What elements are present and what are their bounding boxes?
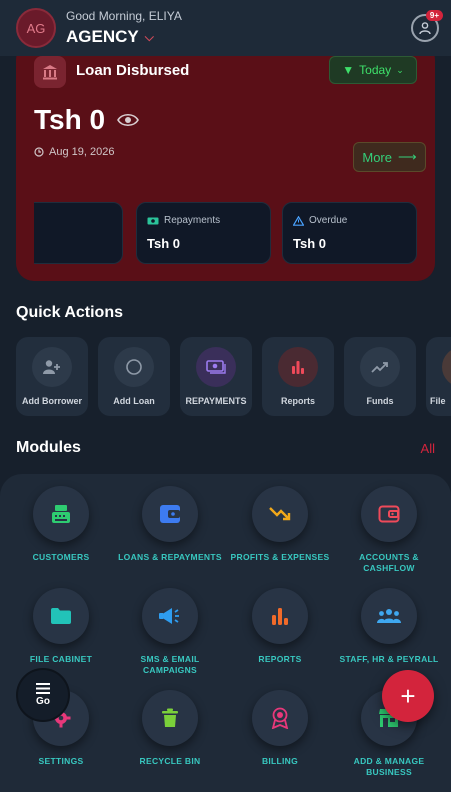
user-icon — [419, 22, 431, 35]
card-date: Aug 19, 2026 — [34, 146, 114, 158]
module-accounts-cashflow[interactable]: ACCOUNTS & CASHFLOW — [334, 486, 444, 574]
people-icon — [361, 588, 417, 644]
module-profits-expenses[interactable]: PROFITS & EXPENSES — [225, 486, 335, 563]
bar-chart-icon — [278, 347, 318, 387]
cash-icon — [147, 217, 159, 224]
warning-icon — [293, 215, 304, 226]
plus-icon: + — [400, 680, 416, 711]
bar-chart-icon — [252, 588, 308, 644]
quick-action-add-loan[interactable]: Add Loan — [98, 337, 170, 416]
module-label: CUSTOMERS — [32, 552, 90, 562]
module-customers[interactable]: CUSTOMERS — [6, 486, 116, 563]
module-loans-repayments[interactable]: LOANS & REPAYMENTS — [115, 486, 225, 563]
trash-icon — [142, 690, 198, 746]
notification-badge: 9+ — [425, 10, 443, 21]
amount-value: Tsh 0 — [34, 104, 106, 135]
person-add-icon — [32, 347, 72, 387]
module-label: PROFITS & EXPENSES — [230, 552, 330, 562]
quick-action-label: Add Loan — [113, 396, 155, 406]
quick-action-repayments[interactable]: REPAYMENTS — [180, 337, 252, 416]
modules-panel: CUSTOMERS LOANS & REPAYMENTS PROFITS & E… — [0, 474, 451, 792]
stat-label: Overdue — [309, 215, 348, 226]
trend-up-icon — [360, 347, 400, 387]
arrow-right-icon: ⟶ — [397, 149, 417, 164]
folder-icon — [33, 588, 89, 644]
folder-icon — [442, 347, 451, 387]
module-reports[interactable]: REPORTS — [225, 588, 335, 665]
chevron-down-icon: ⌵ — [144, 29, 154, 44]
quick-action-file[interactable]: File — [426, 337, 451, 416]
date-filter-dropdown[interactable]: ▼ Today ⌄ — [329, 56, 417, 84]
quick-action-label: Reports — [280, 396, 315, 406]
more-label: More — [362, 149, 392, 165]
stat-value: Tsh 0 — [147, 236, 180, 251]
modules-title: Modules — [16, 439, 81, 456]
module-label: SETTINGS — [38, 756, 84, 766]
module-staff-hr[interactable]: STAFF, HR & PEYRALL — [334, 588, 444, 665]
megaphone-icon — [142, 588, 198, 644]
module-billing[interactable]: BILLING — [225, 690, 335, 767]
cash-icon — [196, 347, 236, 387]
wallet-icon — [142, 486, 198, 542]
date-text: Aug 19, 2026 — [49, 146, 115, 158]
quick-action-label: Add Borrower — [21, 396, 82, 406]
module-label: ADD & MANAGE BUSINESS — [353, 756, 425, 777]
add-button[interactable]: + — [382, 670, 434, 722]
stats-row[interactable]: pense 0 Repayments Tsh 0 Overdue Tsh 0 — [34, 202, 417, 264]
module-label: STAFF, HR & PEYRALL — [339, 654, 439, 664]
module-label: FILE CABINET — [29, 654, 93, 664]
more-button[interactable]: More ⟶ — [353, 142, 426, 172]
stat-expense[interactable]: pense 0 — [34, 202, 123, 264]
quick-action-label: Funds — [366, 396, 394, 406]
module-sms-email[interactable]: SMS & EMAIL CAMPAIGNS — [115, 588, 225, 676]
cash-register-icon — [33, 486, 89, 542]
stat-overdue[interactable]: Overdue Tsh 0 — [282, 202, 417, 264]
agency-selector[interactable]: AGENCY ⌵ — [66, 27, 154, 47]
view-all-link[interactable]: All — [421, 441, 435, 456]
module-file-cabinet[interactable]: FILE CABINET — [6, 588, 116, 665]
bank-icon — [34, 56, 66, 88]
quick-actions-title: Quick Actions — [16, 304, 123, 321]
card-title: Loan Disbursed — [76, 62, 190, 79]
go-menu-button[interactable]: Go — [18, 670, 68, 720]
go-label: Go — [36, 696, 50, 707]
quick-action-funds[interactable]: Funds — [344, 337, 416, 416]
quick-action-label: REPAYMENTS — [185, 396, 247, 406]
module-label: LOANS & REPAYMENTS — [118, 552, 222, 562]
chevron-down-icon: ⌄ — [396, 64, 404, 75]
quick-action-label: File — [430, 396, 446, 406]
avatar[interactable]: AG — [16, 8, 56, 48]
stat-value: Tsh 0 — [293, 236, 326, 251]
module-recycle-bin[interactable]: RECYCLE BIN — [115, 690, 225, 767]
quick-action-reports[interactable]: Reports — [262, 337, 334, 416]
module-label: ACCOUNTS & CASHFLOW — [359, 552, 419, 573]
menu-icon — [36, 683, 50, 694]
loan-disbursed-card: Loan Disbursed ▼ Today ⌄ Tsh 0 Aug 19, 2… — [16, 42, 435, 281]
module-label: REPORTS — [258, 654, 302, 664]
trend-down-icon — [252, 486, 308, 542]
module-label: RECYCLE BIN — [139, 756, 201, 766]
circle-icon — [114, 347, 154, 387]
stat-label: Repayments — [164, 215, 221, 226]
quick-action-add-borrower[interactable]: Add Borrower — [16, 337, 88, 416]
clock-icon — [34, 147, 44, 157]
agency-name: AGENCY — [66, 27, 139, 46]
notifications-button[interactable]: 9+ — [411, 10, 443, 42]
module-label: SMS & EMAIL CAMPAIGNS — [140, 654, 200, 675]
eye-icon[interactable] — [117, 112, 139, 128]
greeting-text: Good Morning, ELIYA — [66, 9, 182, 23]
top-bar: AG Good Morning, ELIYA AGENCY ⌵ 9+ — [0, 0, 451, 56]
stat-repayments[interactable]: Repayments Tsh 0 — [136, 202, 271, 264]
disbursed-amount: Tsh 0 — [34, 104, 139, 136]
module-label: BILLING — [261, 756, 299, 766]
filter-icon: ▼ — [342, 63, 355, 77]
date-filter-label: Today — [359, 63, 392, 77]
badge-icon — [252, 690, 308, 746]
wallet-outline-icon — [361, 486, 417, 542]
